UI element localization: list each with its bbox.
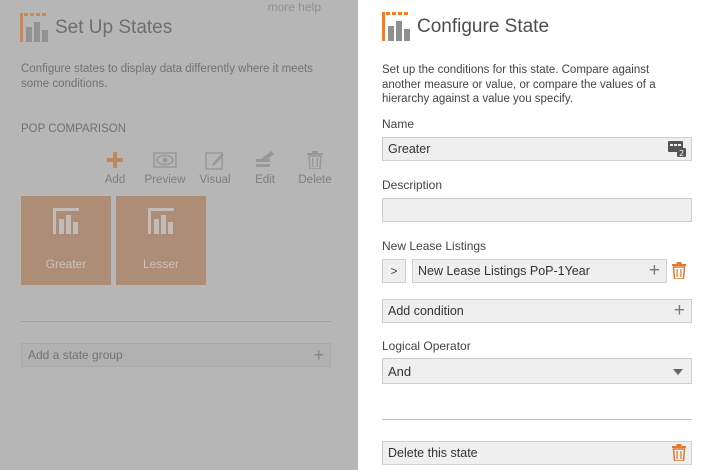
visual-button[interactable]: Visual (190, 150, 240, 186)
trash-icon (307, 150, 323, 170)
delete-button[interactable]: Delete (290, 150, 340, 186)
add-state-group-label: Add a state group (28, 348, 123, 362)
more-help-link[interactable]: more help (268, 0, 321, 14)
name-value: Greater (388, 142, 431, 156)
plus-icon: + (313, 345, 324, 365)
section-label: POP COMPARISON (21, 123, 127, 135)
delete-state-label: Delete this state (388, 446, 478, 460)
logical-operator-label: Logical Operator (382, 339, 471, 353)
eye-icon (153, 150, 177, 170)
name-label: Name (382, 117, 415, 131)
left-panel-description: Configure states to display data differe… (21, 63, 313, 90)
condition-label: New Lease Listings (382, 239, 487, 253)
name-field[interactable]: Greater 2 (382, 137, 692, 161)
plus-icon: + (673, 300, 685, 321)
description-label: Description (382, 178, 443, 192)
trash-icon (672, 444, 686, 464)
plus-icon[interactable]: + (649, 261, 660, 281)
state-tile-lesser[interactable]: Lesser (116, 196, 206, 285)
svg-text:2: 2 (679, 149, 684, 157)
divider (21, 321, 331, 322)
condition-value: New Lease Listings PoP-1Year (418, 264, 590, 278)
preview-button[interactable]: Preview (140, 150, 190, 186)
condition-operator-button[interactable]: > (382, 259, 406, 283)
condition-value-field[interactable]: New Lease Listings PoP-1Year + (412, 259, 667, 283)
right-panel-title: Configure State (382, 12, 549, 41)
left-panel-title: Set Up States (20, 13, 172, 42)
set-up-states-panel: more help Set Up States Configure states… (0, 0, 358, 470)
chevron-down-icon (673, 369, 683, 375)
visual-label: Visual (199, 174, 231, 186)
edit-button[interactable]: Edit (240, 150, 290, 186)
add-condition-label: Add condition (388, 304, 464, 318)
pencil-square-icon (205, 150, 225, 170)
preview-label: Preview (144, 174, 186, 186)
configure-state-title: Configure State (417, 15, 550, 37)
delete-state-button[interactable]: Delete this state (382, 441, 692, 465)
add-button[interactable]: Add (90, 150, 140, 186)
state-chart-icon (53, 208, 79, 237)
state-tile-label: Greater (45, 257, 87, 271)
states-toolbar: Add Preview Visual Edit Delete (90, 150, 340, 186)
plus-icon (106, 150, 124, 170)
add-condition-button[interactable]: Add condition + (382, 299, 692, 323)
configure-state-panel: Configure State Set up the conditions fo… (358, 0, 703, 470)
edit-label: Edit (255, 174, 275, 186)
localize-icon[interactable]: 2 (668, 141, 686, 160)
state-tiles: Greater Lesser (21, 196, 206, 285)
configure-logo-icon (382, 12, 411, 41)
right-panel-description: Set up the conditions for this state. Co… (382, 64, 656, 105)
delete-condition-trash-icon[interactable] (672, 262, 686, 284)
states-logo-icon (20, 13, 49, 42)
description-field[interactable] (382, 198, 692, 222)
divider (382, 419, 692, 420)
add-label: Add (104, 174, 126, 186)
delete-label: Delete (298, 174, 332, 186)
edit-icon (255, 150, 275, 170)
state-tile-greater[interactable]: Greater (21, 196, 111, 285)
logical-operator-value: And (388, 363, 412, 379)
state-tile-label: Lesser (142, 257, 180, 271)
page-title: Set Up States (55, 16, 173, 38)
state-chart-icon (148, 208, 174, 237)
add-state-group-button[interactable]: Add a state group + (21, 343, 331, 367)
logical-operator-select[interactable]: And (382, 358, 692, 384)
